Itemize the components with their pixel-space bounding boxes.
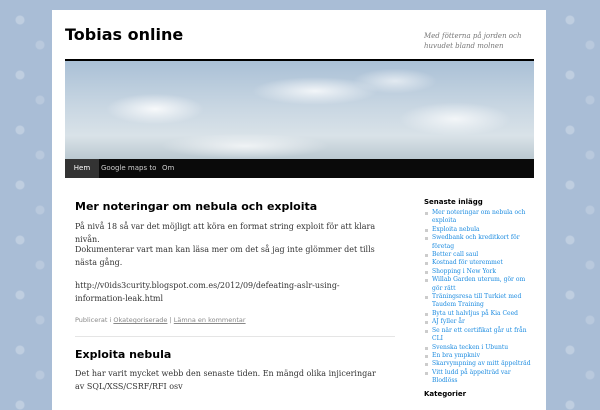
recent-post-link[interactable]: Byta ut halvljus på Kia Ceed <box>424 310 536 318</box>
recent-post-link[interactable]: Mer noteringar om nebula och exploita <box>424 209 536 226</box>
meta-prefix: Publicerat i <box>75 316 112 324</box>
recent-post-link[interactable]: Vitt ludd på äppelträd var Blodlöss <box>424 369 536 386</box>
post-divider <box>75 336 395 337</box>
page-wrapper: Tobias online Med fötterna på jorden och… <box>52 10 546 410</box>
recent-post-link[interactable]: Se när ett certifikat går ut från CLI <box>424 327 536 344</box>
main-navigation: Hem Google maps to Om <box>65 159 534 178</box>
nav-item-hem[interactable]: Hem <box>65 159 99 178</box>
nav-item-google-maps-to[interactable]: Google maps to <box>101 159 156 178</box>
category-link[interactable]: Okategoriserade <box>113 316 167 324</box>
recent-posts-list: Mer noteringar om nebula och exploita Ex… <box>424 209 536 386</box>
recent-post-link[interactable]: Svenska tecken i Ubuntu <box>424 344 536 352</box>
recent-post-link[interactable]: Kostnad för uteremmet <box>424 259 536 267</box>
header-cloud-image <box>65 59 534 161</box>
recent-post-link[interactable]: Träningsresa till Turkiet med Taudem Tra… <box>424 293 536 310</box>
post-paragraph: Det har varit mycket webb den senaste ti… <box>75 369 376 391</box>
post-paragraph: Dokumenterar vart man kan läsa mer om de… <box>75 245 375 267</box>
post-meta: Publicerat i Okategoriserade | Lämna en … <box>75 316 395 324</box>
recent-post-link[interactable]: Skarvympning av mitt äppelträd <box>424 360 536 368</box>
sidebar-heading: Senaste inlägg <box>424 198 483 206</box>
recent-post-link[interactable]: AJ fyller år <box>424 318 536 326</box>
site-title[interactable]: Tobias online <box>65 25 183 44</box>
recent-post-link[interactable]: En bra ympkniv <box>424 352 536 360</box>
recent-post-link[interactable]: Willab Garden uterum, gör om gör rätt <box>424 276 536 293</box>
post-title[interactable]: Mer noteringar om nebula och exploita <box>75 200 317 213</box>
nav-item-om[interactable]: Om <box>162 159 174 178</box>
recent-post-link[interactable]: Shopping i New York <box>424 268 536 276</box>
meta-separator: | <box>169 316 172 324</box>
post-title[interactable]: Exploita nebula <box>75 348 171 361</box>
sidebar: Senaste inlägg Mer noteringar om nebula … <box>424 198 536 398</box>
recent-post-link[interactable]: Better call saul <box>424 251 536 259</box>
comment-link[interactable]: Lämna en kommentar <box>174 316 246 324</box>
site-tagline: Med fötterna på jorden och huvudet bland… <box>424 32 522 50</box>
recent-post-link[interactable]: Exploita nebula <box>424 226 536 234</box>
sidebar-heading-categories: Kategorier <box>424 389 467 398</box>
recent-post-link[interactable]: Swedbank och kreditkort för företag <box>424 234 536 251</box>
post-link-text[interactable]: http://v0ids3curity.blogspot.com.es/2012… <box>75 279 380 305</box>
